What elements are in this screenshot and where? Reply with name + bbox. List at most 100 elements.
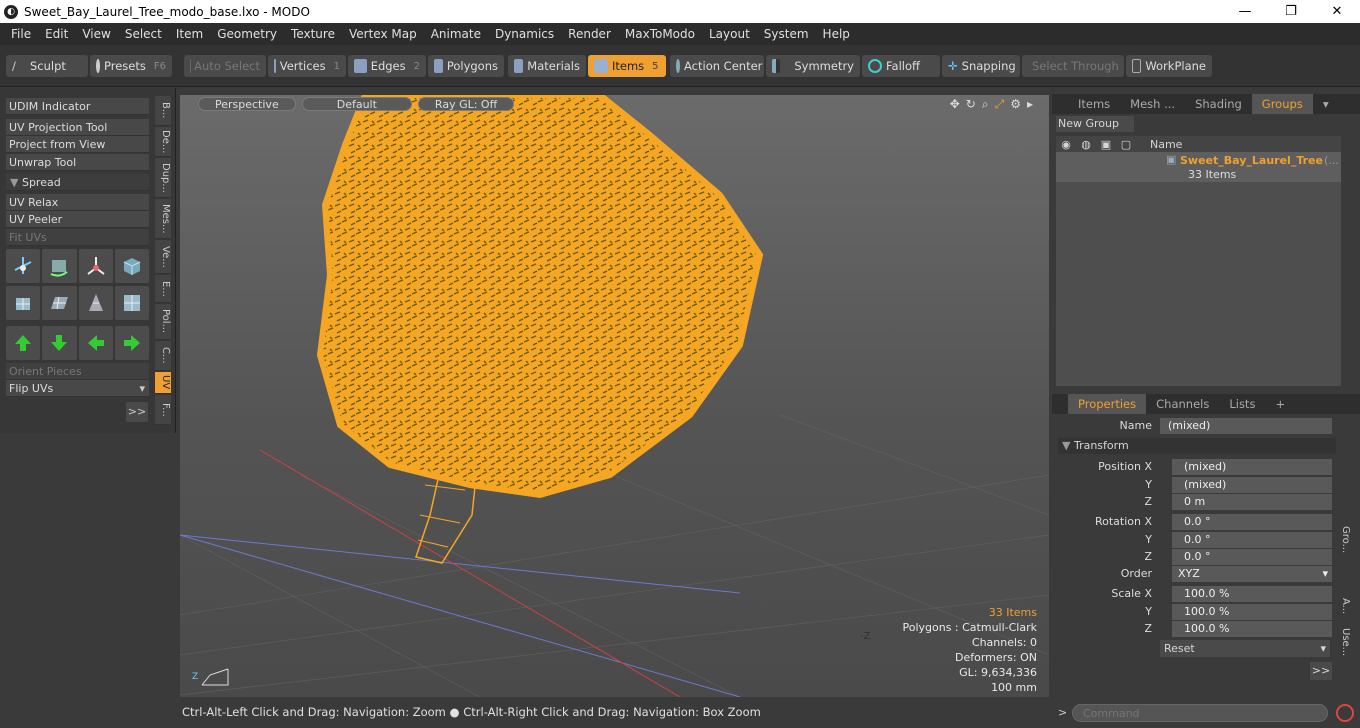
transform-section[interactable]: ▼ Transform [1058,438,1336,454]
raygl-button[interactable]: Ray GL: Off [417,97,515,111]
vtab-f[interactable]: F... [155,395,171,425]
action-center-button[interactable]: Action Center [670,55,764,77]
menu-edit[interactable]: Edit [38,23,75,45]
rotation-y-field[interactable]: 0.0 ° [1172,531,1332,548]
arrow-right-icon[interactable] [114,326,149,360]
add-tab-button[interactable]: + [1265,394,1295,414]
zoom-icon[interactable]: ⌕ [982,97,989,112]
menu-maxtomodo[interactable]: MaxToModo [618,23,702,45]
uv-cube-map-icon[interactable] [6,286,41,320]
udim-indicator-button[interactable]: UDIM Indicator [6,98,149,115]
new-group-button[interactable]: New Group [1056,116,1134,132]
menu-dynamics[interactable]: Dynamics [488,23,561,45]
name-field[interactable]: (mixed) [1160,417,1332,434]
tab-channels[interactable]: Channels [1146,394,1219,414]
uv-rotate-icon[interactable] [42,249,77,283]
3d-viewport[interactable]: Perspective Default Ray GL: Off ✥ ↻ ⌕ ⤢ … [180,95,1049,697]
vertices-button[interactable]: Vertices 1 [268,55,346,77]
properties-more-button[interactable]: >> [1310,662,1332,680]
menu-item[interactable]: Item [169,23,210,45]
tab-properties[interactable]: Properties [1068,394,1147,414]
shading-button[interactable]: Default [301,97,412,111]
pan-icon[interactable]: ✥ [950,97,960,112]
rotation-z-field[interactable]: 0.0 ° [1172,548,1332,565]
uv-grid-icon[interactable] [114,286,149,320]
unwrap-tool-button[interactable]: Unwrap Tool [6,154,149,171]
order-dropdown[interactable]: XYZ ▾ [1172,565,1332,582]
auto-select-button[interactable]: Auto Select [184,55,266,77]
spread-section[interactable]: ▼ Spread [6,174,149,191]
arrow-down-icon[interactable] [42,326,77,360]
vtab-mes[interactable]: Mes... [155,199,171,239]
side-tab-gro[interactable]: Gro... [1340,526,1351,553]
vtab-dup[interactable]: Dup... [155,158,171,198]
tab-groups[interactable]: Groups [1251,94,1313,114]
position-y-field[interactable]: (mixed) [1172,476,1332,493]
settings-icon[interactable]: ⚙ [1010,97,1021,112]
fit-uvs-button[interactable]: Fit UVs [6,229,149,246]
group-row[interactable]: ▣ Sweet_Bay_Laurel_Tree (... 33 Items [1056,152,1341,182]
edges-button[interactable]: Edges 2 [348,55,426,77]
side-tab-use[interactable]: Use... [1340,628,1351,656]
tab-dropdown-icon[interactable]: ▾ [1313,94,1339,114]
menu-help[interactable]: Help [816,23,857,45]
uv-transform-icon[interactable] [6,249,41,283]
uv-projection-tool-button[interactable]: UV Projection Tool [6,119,149,136]
menu-vertex-map[interactable]: Vertex Map [342,23,424,45]
close-icon[interactable]: ✕ [1314,0,1360,23]
expand-icon[interactable]: ▸ [1027,97,1033,112]
rotation-x-field[interactable]: 0.0 ° [1172,513,1332,530]
materials-button[interactable]: Materials [508,55,586,77]
uv-peeler-button[interactable]: UV Peeler [6,211,149,228]
vtab-uv[interactable]: UV [155,372,171,394]
tab-mesh[interactable]: Mesh ... [1120,94,1185,114]
position-z-field[interactable]: 0 m [1172,493,1332,510]
side-tab-a[interactable]: A... [1340,598,1351,614]
arrow-up-icon[interactable] [6,326,41,360]
uv-move-icon[interactable] [78,249,113,283]
perspective-button[interactable]: Perspective [198,97,296,111]
menu-select[interactable]: Select [118,23,169,45]
flip-uvs-dropdown[interactable]: Flip UVs ▾ [6,380,149,397]
tab-items[interactable]: Items [1068,94,1120,114]
minimize-icon[interactable]: — [1222,0,1268,23]
falloff-button[interactable]: Falloff [862,55,940,77]
scale-z-field[interactable]: 100.0 % [1172,620,1332,637]
scale-y-field[interactable]: 100.0 % [1172,603,1332,620]
symmetry-button[interactable]: Symmetry [766,55,860,77]
workplane-button[interactable]: WorkPlane [1126,55,1212,77]
menu-view[interactable]: View [75,23,117,45]
position-x-field[interactable]: (mixed) [1172,458,1332,475]
snapping-button[interactable]: ✛ Snapping [942,55,1020,77]
menu-system[interactable]: System [757,23,816,45]
fit-icon[interactable]: ⤢ [995,97,1005,112]
sculpt-button[interactable]: / Sculpt [6,55,88,77]
expand-more-button[interactable]: >> [126,402,148,422]
command-input[interactable] [1072,704,1328,722]
orient-pieces-button[interactable]: Orient Pieces [6,363,149,380]
polygons-button[interactable]: Polygons [428,55,504,77]
tab-lists[interactable]: Lists [1219,394,1265,414]
menu-texture[interactable]: Texture [284,23,342,45]
reset-dropdown[interactable]: Reset ▾ [1160,640,1330,657]
uv-cylinder-icon[interactable] [78,286,113,320]
menu-layout[interactable]: Layout [702,23,757,45]
items-button[interactable]: Items 5 [588,55,666,77]
uv-relax-button[interactable]: UV Relax [6,194,149,211]
vtab-c[interactable]: C... [155,341,171,371]
rotate-icon[interactable]: ↻ [966,97,976,112]
vtab-pol[interactable]: Pol... [155,304,171,340]
scale-x-field[interactable]: 100.0 % [1172,585,1332,602]
menu-file[interactable]: File [4,23,38,45]
tab-shading[interactable]: Shading [1185,94,1252,114]
vtab-e[interactable]: E... [155,275,171,303]
menu-render[interactable]: Render [561,23,618,45]
menu-animate[interactable]: Animate [424,23,488,45]
uv-planar-icon[interactable] [42,286,77,320]
project-from-view-button[interactable]: Project from View [6,136,149,153]
arrow-left-icon[interactable] [78,326,113,360]
record-icon[interactable] [1336,704,1354,722]
select-through-button[interactable]: Select Through [1022,55,1124,77]
maximize-icon[interactable]: ❐ [1268,0,1314,23]
vtab-ve[interactable]: Ve... [155,240,171,274]
